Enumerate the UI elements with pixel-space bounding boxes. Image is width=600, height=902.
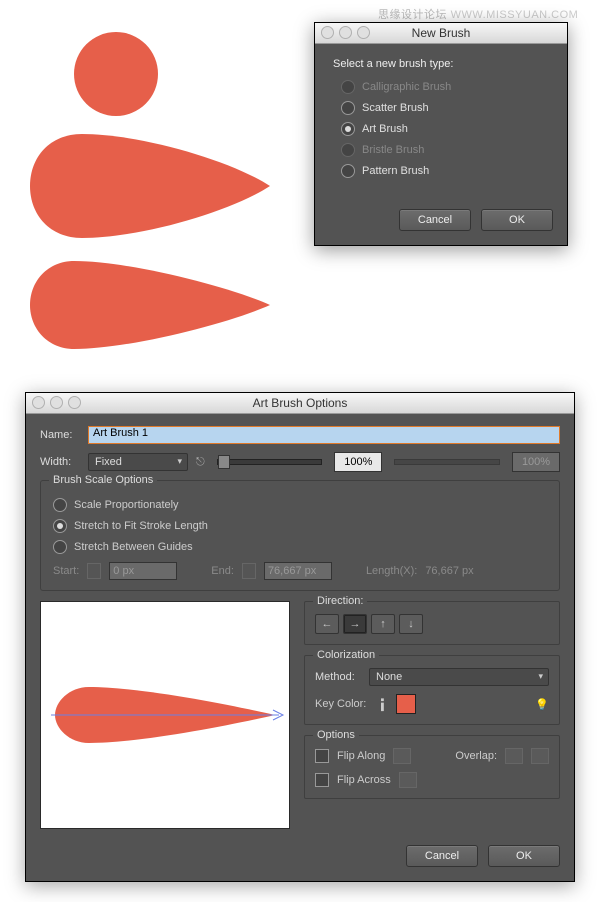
radio-icon [341, 143, 355, 157]
dialog-titlebar[interactable]: New Brush [315, 23, 567, 44]
end-value: 76,667 px [264, 562, 332, 580]
window-controls[interactable] [321, 26, 370, 39]
direction-legend: Direction: [313, 595, 367, 607]
link-icon [87, 563, 101, 579]
brush-type-calligraphic: Calligraphic Brush [341, 80, 551, 94]
flip-along-label: Flip Along [337, 750, 385, 762]
shape-teardrop-narrow [30, 261, 270, 349]
close-icon[interactable] [321, 26, 334, 39]
cancel-button[interactable]: Cancel [406, 845, 478, 867]
radio-icon[interactable] [53, 498, 67, 512]
eyedropper-icon[interactable] [371, 694, 391, 714]
scale-legend: Brush Scale Options [49, 474, 157, 486]
method-label: Method: [315, 671, 361, 683]
tips-icon[interactable]: 💡 [535, 698, 549, 711]
width-label: Width: [40, 456, 80, 468]
flip-across-label: Flip Across [337, 774, 391, 786]
brush-scale-options: Brush Scale Options Scale Proportionatel… [40, 480, 560, 591]
dialog-titlebar[interactable]: Art Brush Options [26, 393, 574, 414]
colorization-legend: Colorization [313, 649, 379, 661]
name-input[interactable]: Art Brush 1 [88, 426, 560, 444]
width-slider-1[interactable] [217, 459, 323, 465]
artwork-shapes [30, 32, 300, 352]
art-brush-options-dialog: Art Brush Options Name: Art Brush 1 Widt… [25, 392, 575, 882]
pressure-icon: ⎋ [196, 456, 205, 469]
radio-icon[interactable] [341, 122, 355, 136]
zoom-icon[interactable] [68, 396, 81, 409]
width-value-1[interactable]: 100% [334, 452, 382, 472]
watermark: 思缘设计论坛 WWW.MISSYUAN.COM [378, 6, 578, 22]
name-label: Name: [40, 429, 80, 441]
width-value-2: 100% [512, 452, 560, 472]
brush-type-art[interactable]: Art Brush [341, 122, 551, 136]
width-slider-2 [394, 459, 500, 465]
overlap-label: Overlap: [455, 750, 497, 762]
start-value: 0 px [109, 562, 177, 580]
direction-group: Direction: ← → ↑ ↓ [304, 601, 560, 645]
direction-down[interactable]: ↓ [399, 614, 423, 634]
method-dropdown[interactable]: None [369, 668, 549, 686]
options-legend: Options [313, 729, 359, 741]
watermark-cn: 思缘设计论坛 [378, 9, 447, 21]
radio-icon[interactable] [341, 164, 355, 178]
radio-icon [341, 80, 355, 94]
overlap-option-2[interactable] [531, 748, 549, 764]
flip-across-icon [399, 772, 417, 788]
stretch-between-guides[interactable]: Stretch Between Guides [53, 540, 547, 554]
length-value: 76,667 px [425, 565, 473, 577]
end-label: End: [211, 565, 234, 577]
watermark-en: WWW.MISSYUAN.COM [451, 9, 579, 21]
brush-preview [40, 601, 290, 829]
width-dropdown[interactable]: Fixed [88, 453, 188, 471]
window-controls[interactable] [32, 396, 81, 409]
new-brush-dialog: New Brush Select a new brush type: Calli… [314, 22, 568, 246]
dialog-title: Art Brush Options [253, 396, 348, 410]
shape-circle [74, 32, 158, 116]
close-icon[interactable] [32, 396, 45, 409]
flip-along-icon [393, 748, 411, 764]
radio-icon[interactable] [341, 101, 355, 115]
minimize-icon[interactable] [50, 396, 63, 409]
key-color-swatch[interactable] [396, 694, 416, 714]
options-group: Options Flip Along Overlap: Flip Across [304, 735, 560, 799]
colorization-group: Colorization Method: None Key Color: 💡 [304, 655, 560, 725]
stretch-to-fit[interactable]: Stretch to Fit Stroke Length [53, 519, 547, 533]
direction-left[interactable]: ← [315, 614, 339, 634]
dialog-title: New Brush [412, 26, 471, 40]
radio-icon[interactable] [53, 540, 67, 554]
brush-type-bristle: Bristle Brush [341, 143, 551, 157]
zoom-icon[interactable] [357, 26, 370, 39]
brush-type-scatter[interactable]: Scatter Brush [341, 101, 551, 115]
cancel-button[interactable]: Cancel [399, 209, 471, 231]
ok-button[interactable]: OK [488, 845, 560, 867]
brush-type-pattern[interactable]: Pattern Brush [341, 164, 551, 178]
key-color-label: Key Color: [315, 698, 366, 710]
link-icon [242, 563, 256, 579]
overlap-option-1[interactable] [505, 748, 523, 764]
ok-button[interactable]: OK [481, 209, 553, 231]
start-label: Start: [53, 565, 79, 577]
direction-right[interactable]: → [343, 614, 367, 634]
flip-along-checkbox[interactable] [315, 749, 329, 763]
shape-teardrop-wide [30, 134, 270, 238]
new-brush-heading: Select a new brush type: [333, 58, 551, 70]
direction-up[interactable]: ↑ [371, 614, 395, 634]
flip-across-checkbox[interactable] [315, 773, 329, 787]
radio-icon[interactable] [53, 519, 67, 533]
minimize-icon[interactable] [339, 26, 352, 39]
scale-proportionately[interactable]: Scale Proportionately [53, 498, 547, 512]
length-label: Length(X): [366, 565, 417, 577]
